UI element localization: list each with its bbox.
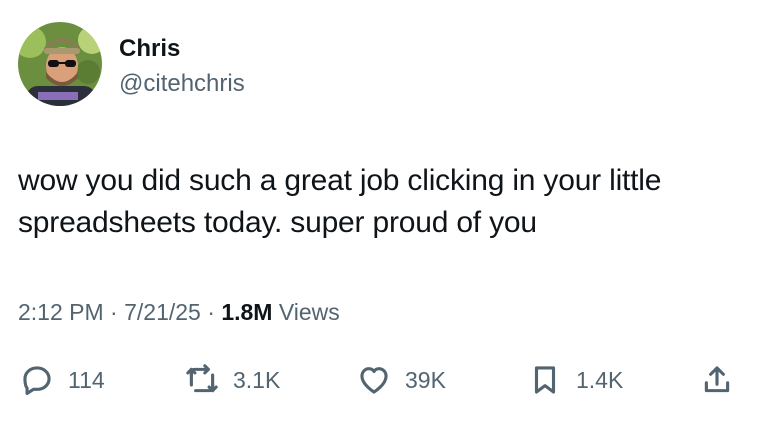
tweet-meta: 2:12 PM · 7/21/25 · 1.8M Views — [18, 297, 340, 327]
heart-icon — [360, 367, 388, 394]
tweet-card: Chris @citehchris wow you did such a gre… — [0, 0, 760, 433]
share-icon — [704, 366, 730, 393]
avatar-photo — [18, 22, 102, 106]
meta-separator: · — [200, 299, 222, 325]
tweet-date[interactable]: 7/21/25 — [124, 299, 201, 325]
like-button[interactable]: 39K — [357, 360, 446, 400]
repost-icon — [186, 364, 218, 393]
action-bar: 114 3.1K 39K 1.4K — [0, 360, 760, 404]
bookmark-button[interactable]: 1.4K — [528, 360, 623, 400]
views-count[interactable]: 1.8M — [221, 299, 272, 325]
repost-count: 3.1K — [233, 367, 281, 393]
bookmark-count: 1.4K — [576, 367, 624, 393]
bookmark-icon — [534, 366, 556, 394]
reply-button[interactable]: 114 — [20, 360, 105, 400]
views-label: Views — [272, 299, 340, 325]
reply-count: 114 — [68, 367, 105, 393]
author-name[interactable]: Chris — [119, 35, 180, 63]
repost-button[interactable]: 3.1K — [185, 360, 280, 400]
meta-separator: · — [103, 299, 125, 325]
tweet-text: wow you did such a great job clicking in… — [18, 160, 748, 244]
tweet-text-line: wow you did such a great job clicking in… — [18, 164, 662, 197]
tweet-text-line: spreadsheets today. super proud of you — [18, 206, 537, 239]
avatar[interactable] — [18, 22, 102, 106]
reply-icon — [23, 366, 51, 396]
tweet-time[interactable]: 2:12 PM — [18, 299, 104, 325]
share-button[interactable] — [700, 360, 734, 400]
author-handle[interactable]: @citehchris — [119, 70, 245, 98]
like-count: 39K — [405, 367, 446, 393]
